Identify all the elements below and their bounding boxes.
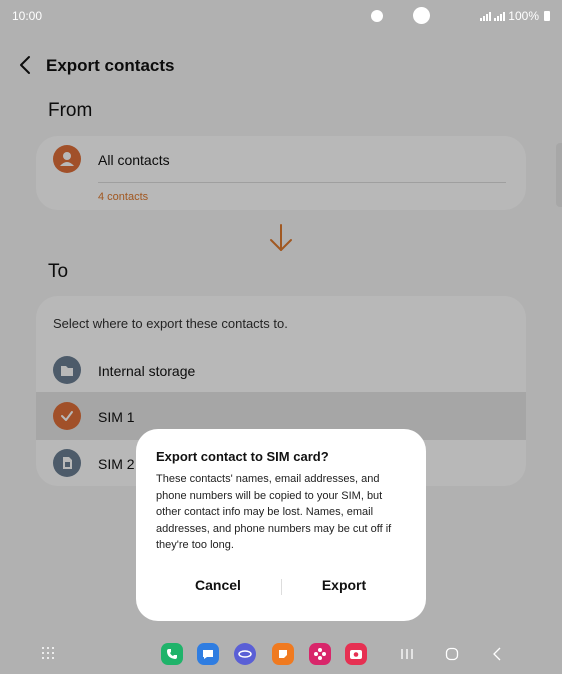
status-bar-content: 10:00 100% bbox=[0, 0, 562, 32]
status-time: 10:00 bbox=[12, 9, 43, 23]
export-sim-dialog: Export contact to SIM card? These contac… bbox=[136, 429, 426, 621]
apps-grid-icon[interactable] bbox=[41, 646, 55, 660]
camera-cutout-small bbox=[371, 10, 383, 22]
battery-icon bbox=[544, 11, 550, 21]
status-indicators: 100% bbox=[480, 9, 550, 23]
battery-percent: 100% bbox=[508, 9, 539, 23]
signal-icon bbox=[480, 11, 492, 21]
camera-icon[interactable] bbox=[345, 643, 367, 665]
dialog-message: These contacts' names, email addresses, … bbox=[156, 473, 392, 551]
messages-icon[interactable] bbox=[197, 643, 219, 665]
signal-icon bbox=[494, 11, 506, 21]
nav-back-icon[interactable] bbox=[492, 647, 502, 661]
export-button[interactable]: Export bbox=[284, 577, 404, 593]
camera-cutout-large bbox=[413, 7, 430, 24]
recent-apps-icon[interactable] bbox=[400, 648, 414, 660]
button-divider bbox=[281, 579, 282, 595]
home-icon[interactable] bbox=[445, 647, 459, 661]
internet-icon[interactable] bbox=[234, 643, 256, 665]
dialog-title: Export contact to SIM card? bbox=[156, 449, 329, 464]
navigation-bar-content bbox=[0, 636, 562, 674]
gallery-icon[interactable] bbox=[309, 643, 331, 665]
phone-icon[interactable] bbox=[161, 643, 183, 665]
cancel-button[interactable]: Cancel bbox=[158, 577, 278, 593]
notes-icon[interactable] bbox=[272, 643, 294, 665]
